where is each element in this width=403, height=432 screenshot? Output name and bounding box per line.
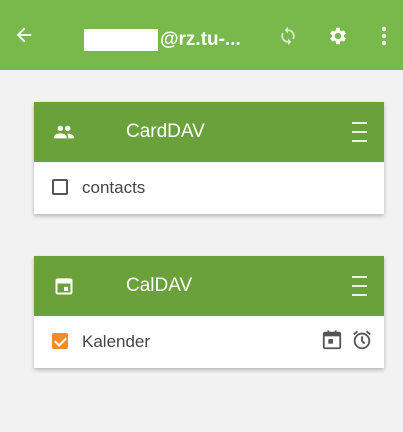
carddav-header: CardDAV <box>34 102 384 162</box>
overflow-menu-icon[interactable] <box>372 22 396 50</box>
kalender-checkbox[interactable] <box>52 333 68 349</box>
alarm-clock-icon <box>350 328 374 352</box>
redacted-username <box>84 29 158 51</box>
sync-icon[interactable] <box>276 24 300 48</box>
carddav-title: CardDAV <box>126 121 205 142</box>
caldav-item-kalender[interactable]: Kalender <box>34 316 384 368</box>
caldav-card: CalDAV Kalender <box>34 256 384 368</box>
carddav-item-contacts[interactable]: contacts <box>34 162 384 214</box>
carddav-card: CardDAV contacts <box>34 102 384 214</box>
calendar-icon <box>52 274 76 298</box>
account-suffix: @rz.tu-... <box>160 29 241 50</box>
caldav-menu-icon[interactable] <box>348 276 370 296</box>
caldav-title: CalDAV <box>126 275 193 296</box>
contacts-label: contacts <box>82 178 146 197</box>
kalender-feature-icons <box>320 328 374 352</box>
caldav-header: CalDAV <box>34 256 384 316</box>
carddav-menu-icon[interactable] <box>348 122 370 142</box>
kalender-label: Kalender <box>82 332 151 351</box>
calendar-event-icon <box>320 328 344 352</box>
contacts-group-icon <box>52 120 76 144</box>
settings-gear-icon[interactable] <box>326 24 350 48</box>
contacts-checkbox[interactable] <box>52 179 68 195</box>
back-arrow-icon[interactable] <box>10 21 38 49</box>
account-title: @rz.tu-... <box>84 28 241 52</box>
app-bar: @rz.tu-... <box>0 0 403 70</box>
